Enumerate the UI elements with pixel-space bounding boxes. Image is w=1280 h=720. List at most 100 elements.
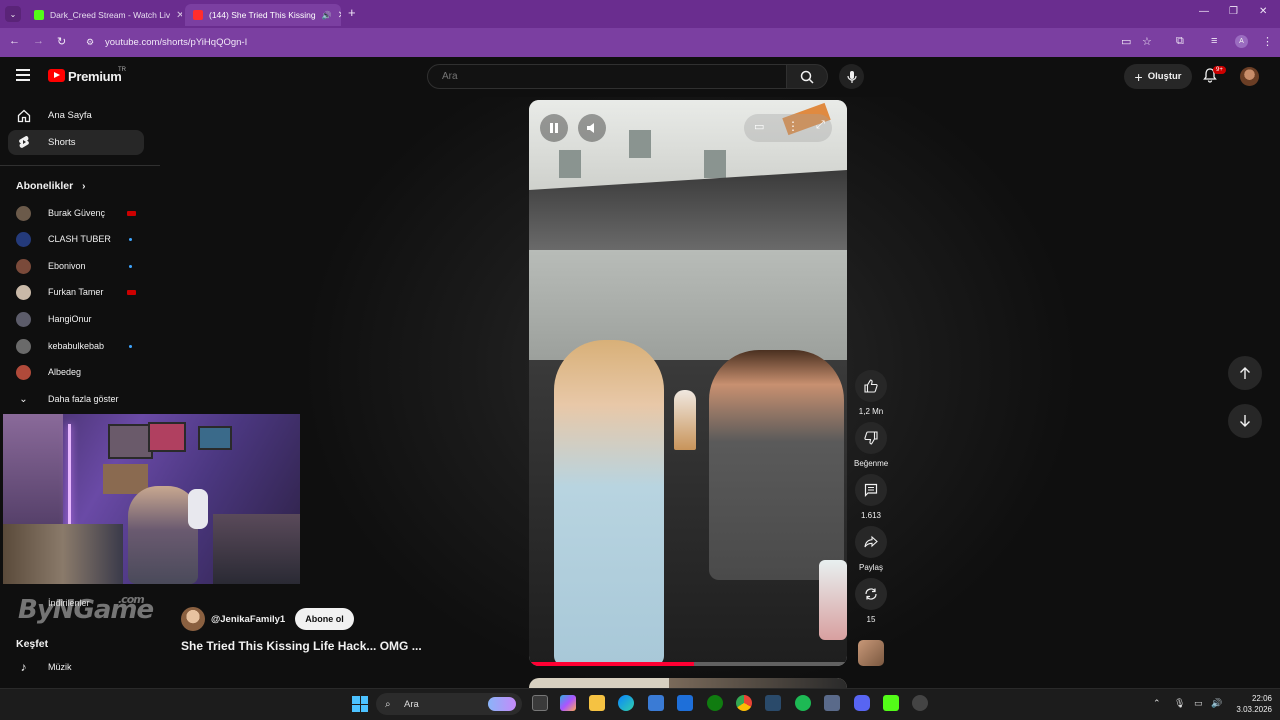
pause-button[interactable]: [540, 114, 568, 142]
subscription-item[interactable]: Albedeg: [16, 361, 136, 383]
tab-dark-creed[interactable]: Dark_Creed Stream - Watch Liv ✕: [26, 4, 182, 26]
close-window-icon[interactable]: ✕: [1259, 6, 1267, 17]
xbox-icon[interactable]: [707, 695, 723, 711]
subscription-item[interactable]: kebabulkebab: [16, 335, 136, 357]
extensions-icon[interactable]: ⧉: [1176, 35, 1184, 48]
account-avatar[interactable]: [1240, 67, 1259, 86]
mute-button[interactable]: [578, 114, 606, 142]
back-icon[interactable]: ←: [9, 35, 20, 47]
restore-icon[interactable]: ❐: [1229, 6, 1238, 17]
share-label: Paylaş: [858, 563, 883, 572]
system-clock[interactable]: 22:06 3.03.2026: [1228, 693, 1272, 715]
comments-action[interactable]: 1.613: [854, 474, 888, 520]
reload-icon[interactable]: ↻: [57, 35, 66, 48]
task-view-icon[interactable]: [532, 695, 548, 711]
avatar: [16, 284, 31, 300]
discord-icon[interactable]: [854, 695, 870, 711]
microphone-tray-icon[interactable]: 🎙: [1174, 698, 1185, 709]
water-bottle: [819, 560, 847, 640]
search-icon: [800, 70, 814, 84]
clock-date: 3.03.2026: [1236, 705, 1272, 714]
store-icon[interactable]: [648, 695, 664, 711]
downloads-label[interactable]: İndirilenler: [48, 598, 90, 608]
search-input[interactable]: [427, 64, 787, 89]
close-tab-icon[interactable]: ✕: [338, 10, 341, 21]
chrome-icon[interactable]: [736, 695, 752, 711]
media-control-icon[interactable]: ≡: [1211, 35, 1217, 47]
show-more-button[interactable]: ⌄ Daha fazla göster: [16, 388, 136, 410]
dislike-button[interactable]: [855, 422, 887, 454]
search-button[interactable]: [786, 64, 828, 89]
share-action[interactable]: Paylaş: [854, 526, 888, 572]
progress-track[interactable]: [529, 662, 847, 666]
remix-action[interactable]: 15: [854, 578, 888, 624]
url-text: youtube.com/shorts/pYiHqQOgn-I: [105, 36, 248, 48]
audio-playing-icon[interactable]: 🔊: [322, 11, 332, 20]
subscriptions-heading[interactable]: Abonelikler ›: [16, 180, 85, 192]
dislike-action[interactable]: Beğenme: [854, 422, 888, 468]
sidebar-item-home[interactable]: Ana Sayfa: [8, 103, 144, 128]
close-tab-icon[interactable]: ✕: [176, 10, 182, 21]
file-explorer-icon[interactable]: [589, 695, 605, 711]
sound-thumbnail[interactable]: [858, 640, 884, 666]
widgets-icon[interactable]: [560, 695, 576, 711]
spotify-icon[interactable]: [795, 695, 811, 711]
volume-tray-icon[interactable]: 🔊: [1211, 698, 1222, 709]
site-info-icon[interactable]: ⚙: [86, 37, 94, 48]
kick-icon[interactable]: [883, 695, 899, 711]
subscribe-button[interactable]: Abone ol: [295, 608, 354, 630]
channel-name: HangiOnur: [48, 314, 92, 324]
remix-button[interactable]: [855, 578, 887, 610]
subscription-item[interactable]: HangiOnur: [16, 308, 136, 330]
address-bar[interactable]: ⚙ youtube.com/shorts/pYiHqQOgn-I: [80, 32, 1120, 52]
previous-short-button[interactable]: [1228, 356, 1262, 390]
search-highlight-icon: [488, 697, 516, 711]
profile-avatar[interactable]: A: [1235, 35, 1248, 48]
share-button[interactable]: [855, 526, 887, 558]
app-icon[interactable]: [912, 695, 928, 711]
avatar: [16, 258, 31, 274]
menu-icon[interactable]: [16, 69, 30, 84]
taskbar-search[interactable]: ⌕ Ara: [376, 693, 522, 715]
next-short-button[interactable]: [1228, 404, 1262, 438]
shorts-video-player[interactable]: ▭ ⋮ ⤢: [529, 100, 847, 666]
tab-title: Dark_Creed Stream - Watch Liv: [50, 10, 171, 20]
voice-search-button[interactable]: [839, 64, 864, 89]
cast-icon[interactable]: ▭: [1121, 35, 1131, 48]
tab-search-icon[interactable]: ⌄: [5, 6, 21, 22]
chrome-menu-icon[interactable]: ⋮: [1262, 35, 1273, 48]
short-title[interactable]: She Tried This Kissing Life Hack... OMG …: [181, 639, 422, 653]
forward-icon[interactable]: →: [33, 35, 44, 47]
channel-handle[interactable]: @JenikaFamily1: [211, 614, 285, 625]
tray-overflow-icon[interactable]: ⌃: [1153, 698, 1161, 709]
like-action[interactable]: 1,2 Mn: [854, 370, 888, 416]
mail-icon[interactable]: [677, 695, 693, 711]
channel-avatar[interactable]: [181, 607, 205, 631]
like-button[interactable]: [855, 370, 887, 402]
display-tray-icon[interactable]: ▭: [1194, 698, 1203, 709]
fullscreen-icon[interactable]: ⤢: [816, 119, 825, 132]
app-icon[interactable]: [824, 695, 840, 711]
comments-button[interactable]: [855, 474, 887, 506]
more-options-icon[interactable]: ⋮: [787, 119, 799, 133]
new-tab-icon[interactable]: +: [348, 5, 356, 20]
windows-start-icon[interactable]: [352, 696, 368, 712]
minimize-icon[interactable]: —: [1199, 6, 1209, 17]
sidebar-item-shorts[interactable]: Shorts: [8, 130, 144, 155]
sidebar-item-music[interactable]: ♪ Müzik: [16, 656, 136, 678]
thumbs-down-icon: [864, 431, 878, 445]
create-button[interactable]: + Oluştur: [1124, 64, 1192, 89]
plus-icon: +: [1134, 68, 1143, 85]
captions-icon[interactable]: ▭: [754, 120, 764, 133]
app-icon[interactable]: [765, 695, 781, 711]
subscription-item[interactable]: Burak Güvenç: [16, 202, 136, 224]
bookmark-star-icon[interactable]: ☆: [1142, 35, 1152, 48]
avatar: [16, 205, 31, 221]
tab-youtube-short[interactable]: (144) She Tried This Kissing 🔊 ✕: [185, 4, 341, 26]
taskbar-search-label: Ara: [404, 698, 419, 710]
subscription-item[interactable]: Ebonivon: [16, 255, 136, 277]
youtube-logo-icon[interactable]: [48, 69, 65, 82]
subscription-item[interactable]: CLASH TUBER: [16, 228, 136, 250]
edge-icon[interactable]: [618, 695, 634, 711]
subscription-item[interactable]: Furkan Tamer: [16, 281, 136, 303]
